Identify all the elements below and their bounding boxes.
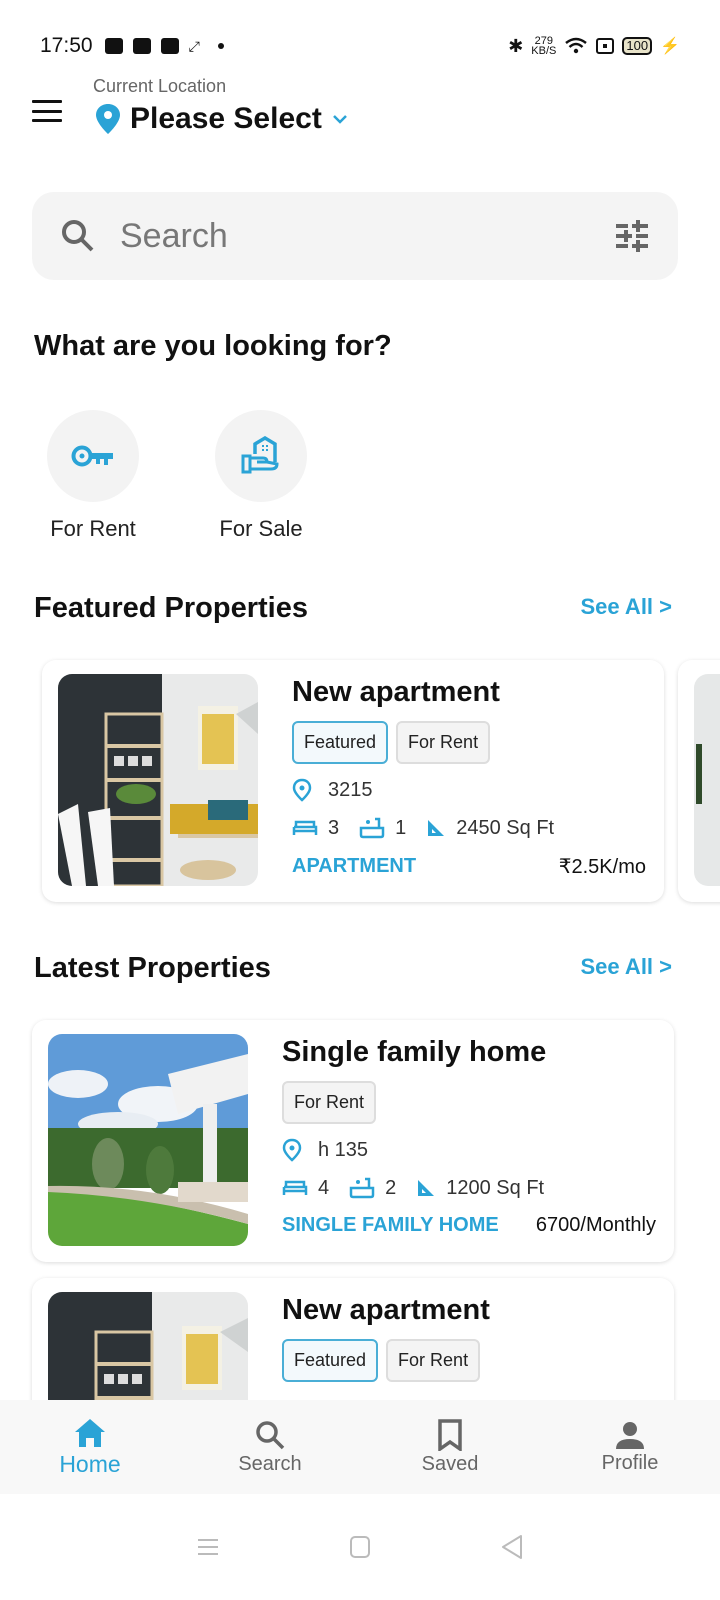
- featured-see-all-link[interactable]: See All >: [580, 594, 672, 620]
- featured-property-card-next[interactable]: [678, 660, 720, 902]
- property-price: ₹2.5K/mo: [558, 856, 646, 878]
- category-for-sale[interactable]: For Sale: [196, 410, 326, 542]
- sim-icon: [596, 38, 615, 54]
- tag-featured: Featured: [282, 1339, 379, 1382]
- tag-for-rent: For Rent: [386, 1339, 481, 1382]
- bathtub-icon: [359, 817, 385, 839]
- bed-icon: [282, 1180, 308, 1195]
- location-pin-icon: [96, 104, 120, 134]
- key-icon: [71, 445, 113, 467]
- nav-label: Saved: [421, 1452, 479, 1475]
- person-icon: [616, 1421, 644, 1449]
- property-details: New apartment Featured For Rent 3215 3 1…: [292, 676, 646, 879]
- back-icon[interactable]: [501, 1534, 523, 1560]
- battery-indicator: 100: [622, 37, 653, 55]
- plant-shape: [696, 744, 702, 804]
- bed-icon: [292, 820, 318, 835]
- category-label: For Rent: [50, 516, 136, 541]
- bathroom-count: 2: [385, 1176, 397, 1199]
- house-hand-icon: [241, 436, 279, 474]
- home-system-icon[interactable]: [349, 1535, 371, 1559]
- property-title: New apartment: [292, 676, 500, 708]
- property-image: [694, 674, 720, 886]
- area-ruler-icon: [428, 820, 445, 836]
- location-outline-icon: [282, 1138, 302, 1162]
- system-navigation-bar: [0, 1494, 720, 1600]
- status-time: 17:50: [40, 34, 93, 57]
- area-ruler-icon: [418, 1180, 435, 1196]
- bathroom-count: 1: [395, 816, 407, 839]
- net-speed: 279 KB/S: [531, 36, 557, 57]
- wifi-icon: [565, 37, 588, 54]
- property-location: 3215: [328, 778, 373, 801]
- youtube-icon: [104, 38, 123, 54]
- current-location-label: Current Location: [93, 76, 227, 96]
- category-for-rent[interactable]: For Rent: [28, 410, 158, 542]
- bedroom-count: 4: [318, 1176, 330, 1199]
- menu-icon-line: [32, 100, 62, 103]
- location-value: Please Select: [130, 102, 322, 135]
- location-selector[interactable]: Please Select: [96, 102, 348, 136]
- category-icon-circle: [47, 410, 139, 502]
- latest-title: Latest Properties: [34, 952, 271, 984]
- featured-property-card[interactable]: New apartment Featured For Rent 3215 3 1…: [42, 660, 664, 902]
- sync-icon: ⤢: [188, 37, 200, 54]
- featured-title: Featured Properties: [34, 592, 308, 624]
- apartment-photo: [58, 674, 258, 886]
- search-input[interactable]: [120, 216, 614, 256]
- property-location: h 135: [318, 1138, 369, 1161]
- latest-property-card[interactable]: Single family home For Rent h 135 4 2 12…: [32, 1020, 674, 1262]
- category-label: For Sale: [219, 516, 303, 541]
- recent-apps-icon[interactable]: [197, 1537, 219, 1557]
- bottom-navigation: Home Search Saved Profile: [0, 1400, 720, 1494]
- property-price: 6700/Monthly: [535, 1214, 656, 1236]
- bookmark-icon: [438, 1418, 462, 1451]
- property-area: 2450 Sq Ft: [456, 816, 555, 839]
- nav-search[interactable]: Search: [180, 1400, 360, 1494]
- menu-icon-line: [32, 119, 62, 122]
- latest-see-all-link[interactable]: See All >: [580, 954, 672, 980]
- chevron-down-icon: [332, 115, 347, 124]
- property-title: Single family home: [282, 1036, 547, 1068]
- bedroom-count: 3: [328, 816, 340, 839]
- nav-saved[interactable]: Saved: [360, 1400, 540, 1494]
- property-details: New apartment Featured For Rent: [282, 1294, 656, 1382]
- menu-icon-line: [32, 109, 62, 113]
- net-speed-unit: KB/S: [531, 45, 557, 57]
- property-image: [48, 1034, 248, 1246]
- tag-featured: Featured: [292, 721, 389, 764]
- nav-label: Search: [238, 1452, 302, 1475]
- search-icon: [256, 1420, 285, 1449]
- notification-app-icon: [132, 38, 151, 54]
- more-notifications-dot: [217, 43, 224, 49]
- nav-profile[interactable]: Profile: [540, 1400, 720, 1494]
- nav-home[interactable]: Home: [0, 1400, 180, 1494]
- categories-title: What are you looking for?: [34, 330, 392, 362]
- property-type: APARTMENT: [292, 855, 417, 877]
- nav-label: Profile: [601, 1451, 659, 1474]
- house-garden-photo: [48, 1034, 248, 1246]
- charging-icon: ⚡: [660, 38, 680, 55]
- location-outline-icon: [292, 778, 312, 802]
- status-bar: 17:50 ⤢ ✱ 279 KB/S 100 ⚡: [0, 28, 720, 64]
- menu-button[interactable]: [32, 100, 62, 122]
- property-type: SINGLE FAMILY HOME: [282, 1214, 499, 1236]
- property-image: [58, 674, 258, 886]
- bathtub-icon: [349, 1177, 375, 1199]
- tag-for-rent: For Rent: [396, 721, 491, 764]
- property-details: Single family home For Rent h 135 4 2 12…: [282, 1036, 656, 1237]
- property-title: New apartment: [282, 1294, 490, 1326]
- filter-sliders-icon[interactable]: [614, 218, 650, 254]
- search-icon: [62, 220, 94, 252]
- property-area: 1200 Sq Ft: [446, 1176, 545, 1199]
- search-bar: [32, 192, 678, 280]
- app-header: Current Location Please Select: [0, 76, 720, 146]
- nav-label: Home: [59, 1450, 121, 1477]
- category-icon-circle: [215, 410, 307, 502]
- notification-app-icon-2: [160, 38, 179, 54]
- bluetooth-icon: ✱: [508, 35, 524, 56]
- home-icon: [75, 1418, 105, 1447]
- tag-for-rent: For Rent: [282, 1081, 377, 1124]
